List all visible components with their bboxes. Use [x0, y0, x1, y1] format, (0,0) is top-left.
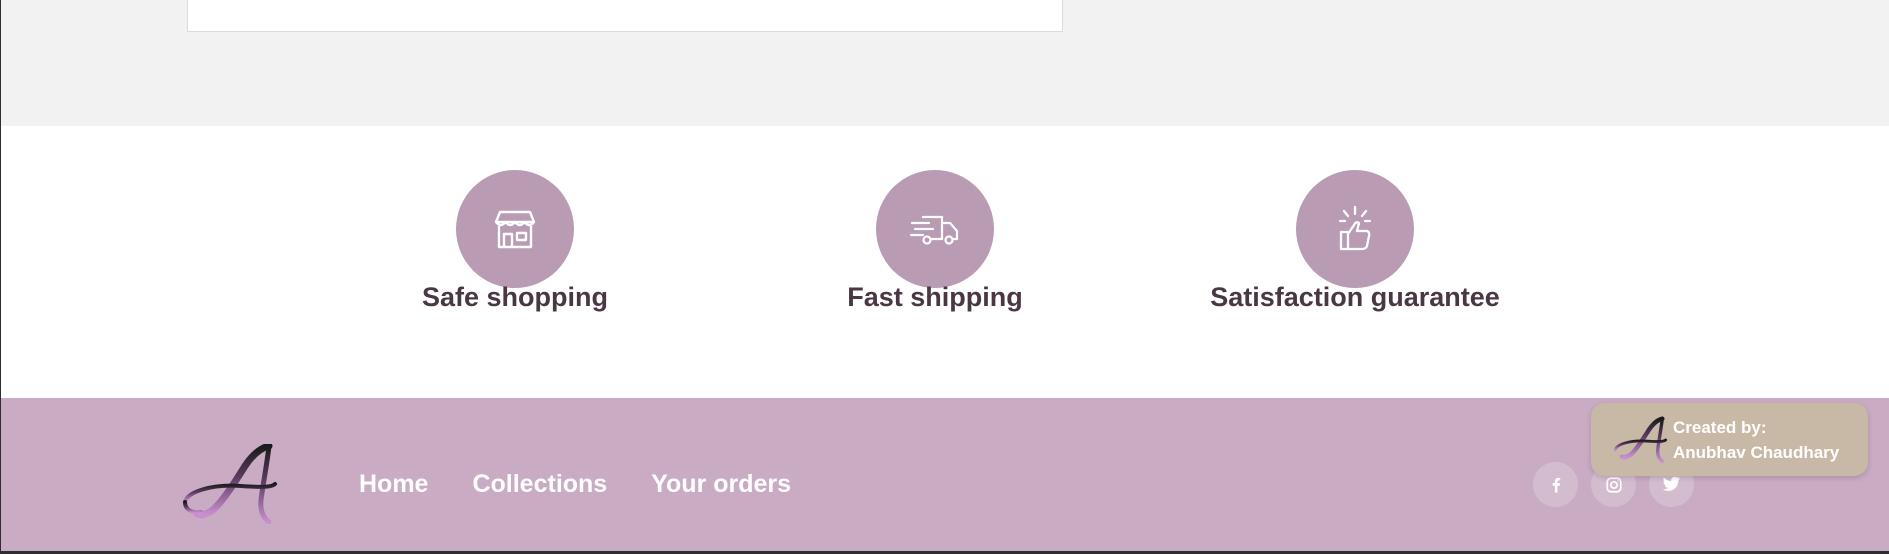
feature-fast-shipping: Fast shipping — [755, 170, 1115, 313]
brand-logo-icon[interactable] — [181, 444, 281, 524]
facebook-icon — [1552, 477, 1560, 492]
feature-title: Satisfaction guarantee — [1210, 282, 1500, 312]
content-area — [1, 0, 1889, 126]
twitter-icon — [1662, 476, 1681, 491]
feature-icon-circle — [456, 170, 574, 288]
feature-satisfaction-guarantee: Satisfaction guarantee — [1175, 170, 1535, 313]
credit-text: Created by: Anubhav Chaudhary — [1673, 415, 1839, 465]
nav-link-home[interactable]: Home — [359, 470, 428, 499]
feature-title: Fast shipping — [847, 282, 1023, 312]
feature-icon-circle — [876, 170, 994, 288]
credit-author: Anubhav Chaudhary — [1673, 442, 1840, 462]
nav-link-your-orders[interactable]: Your orders — [651, 470, 791, 499]
delivery-truck-icon — [909, 215, 959, 245]
credit-label: Created by: — [1673, 417, 1767, 437]
footer-nav: Home Collections Your orders — [359, 470, 791, 499]
content-card — [187, 0, 1063, 32]
features-section: Safe shopping Fast shipping Satisfaction… — [1, 126, 1889, 398]
feature-icon-circle — [1296, 170, 1414, 288]
instagram-icon — [1605, 476, 1622, 493]
nav-link-collections[interactable]: Collections — [472, 470, 607, 499]
feature-safe-shopping: Safe shopping — [335, 170, 695, 313]
storefront-icon — [494, 210, 536, 249]
creator-credit-badge: Created by: Anubhav Chaudhary — [1591, 403, 1868, 476]
thumbs-up-icon — [1338, 205, 1372, 251]
feature-title: Safe shopping — [421, 282, 608, 312]
brand-logo-icon — [1613, 415, 1668, 463]
facebook-button[interactable] — [1533, 462, 1578, 507]
